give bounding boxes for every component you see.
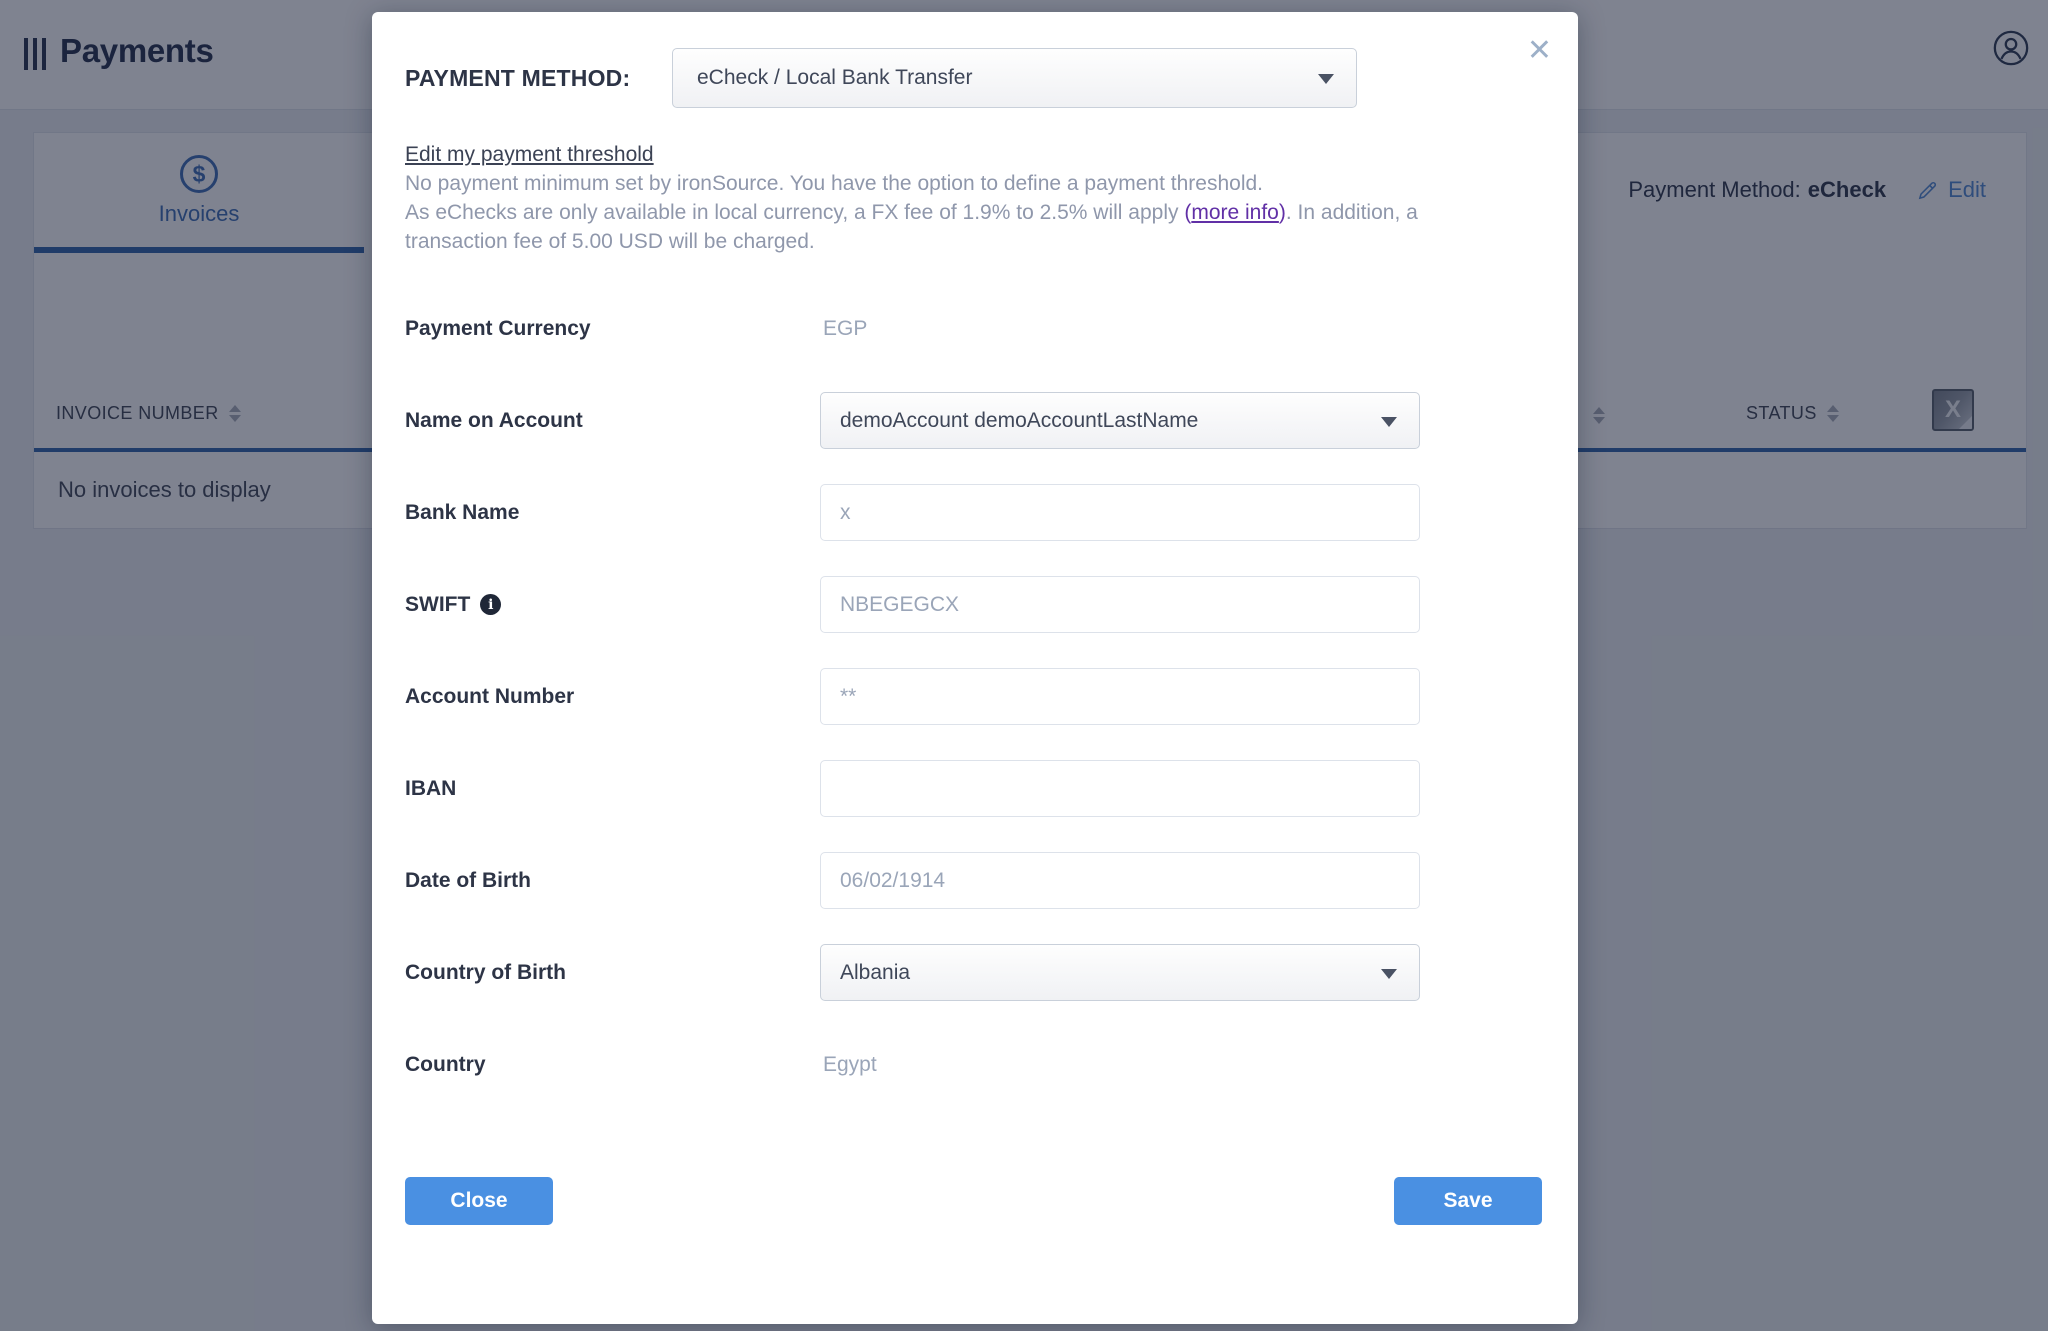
close-icon[interactable]: ✕	[1527, 36, 1552, 66]
threshold-info: Edit my payment threshold No payment min…	[405, 140, 1542, 256]
bank-name-input[interactable]	[820, 484, 1420, 541]
payment-currency-value: EGP	[820, 317, 867, 340]
date-of-birth-label: Date of Birth	[405, 869, 820, 893]
payment-method-select[interactable]: eCheck / Local Bank Transfer	[672, 48, 1357, 108]
country-label: Country	[405, 1053, 820, 1077]
threshold-line-2: As eChecks are only available in local c…	[405, 198, 1542, 227]
modal-title: PAYMENT METHOD:	[405, 65, 672, 92]
chevron-down-icon	[1381, 417, 1397, 427]
field-row-swift: SWIFT i	[405, 576, 1542, 633]
payment-method-row: PAYMENT METHOD: eCheck / Local Bank Tran…	[405, 48, 1542, 108]
iban-input[interactable]	[820, 760, 1420, 817]
threshold-line-1: No payment minimum set by ironSource. Yo…	[405, 169, 1542, 198]
country-value: Egypt	[820, 1053, 877, 1076]
field-row-name-on-account: Name on Account demoAccount demoAccountL…	[405, 392, 1542, 449]
payment-form: Payment Currency EGP Name on Account dem…	[405, 300, 1542, 1093]
threshold-line-3: transaction fee of 5.00 USD will be char…	[405, 227, 1542, 256]
edit-threshold-link[interactable]: Edit my payment threshold	[405, 143, 654, 166]
close-button[interactable]: Close	[405, 1177, 553, 1225]
account-number-input[interactable]	[820, 668, 1420, 725]
modal-footer: Close Save	[405, 1177, 1542, 1225]
country-of-birth-label: Country of Birth	[405, 961, 820, 985]
field-row-bank-name: Bank Name	[405, 484, 1542, 541]
more-info-link[interactable]: more info	[1191, 201, 1279, 224]
iban-label: IBAN	[405, 777, 820, 801]
app-root: Payments $ Invoices Payment Method: eChe…	[0, 0, 2048, 1331]
save-button[interactable]: Save	[1394, 1177, 1542, 1225]
payment-method-modal: ✕ PAYMENT METHOD: eCheck / Local Bank Tr…	[372, 12, 1578, 1324]
bank-name-label: Bank Name	[405, 501, 820, 525]
field-row-country-of-birth: Country of Birth Albania	[405, 944, 1542, 1001]
swift-label: SWIFT i	[405, 593, 820, 617]
field-row-payment-currency: Payment Currency EGP	[405, 300, 1542, 357]
chevron-down-icon	[1318, 74, 1334, 84]
chevron-down-icon	[1381, 969, 1397, 979]
field-row-account-number: Account Number	[405, 668, 1542, 725]
date-of-birth-input[interactable]	[820, 852, 1420, 909]
field-row-iban: IBAN	[405, 760, 1542, 817]
field-row-date-of-birth: Date of Birth	[405, 852, 1542, 909]
name-on-account-select[interactable]: demoAccount demoAccountLastName	[820, 392, 1420, 449]
name-on-account-label: Name on Account	[405, 409, 820, 433]
payment-currency-label: Payment Currency	[405, 317, 820, 341]
swift-input[interactable]	[820, 576, 1420, 633]
country-of-birth-select[interactable]: Albania	[820, 944, 1420, 1001]
info-icon[interactable]: i	[480, 594, 501, 615]
account-number-label: Account Number	[405, 685, 820, 709]
field-row-country: Country Egypt	[405, 1036, 1542, 1093]
